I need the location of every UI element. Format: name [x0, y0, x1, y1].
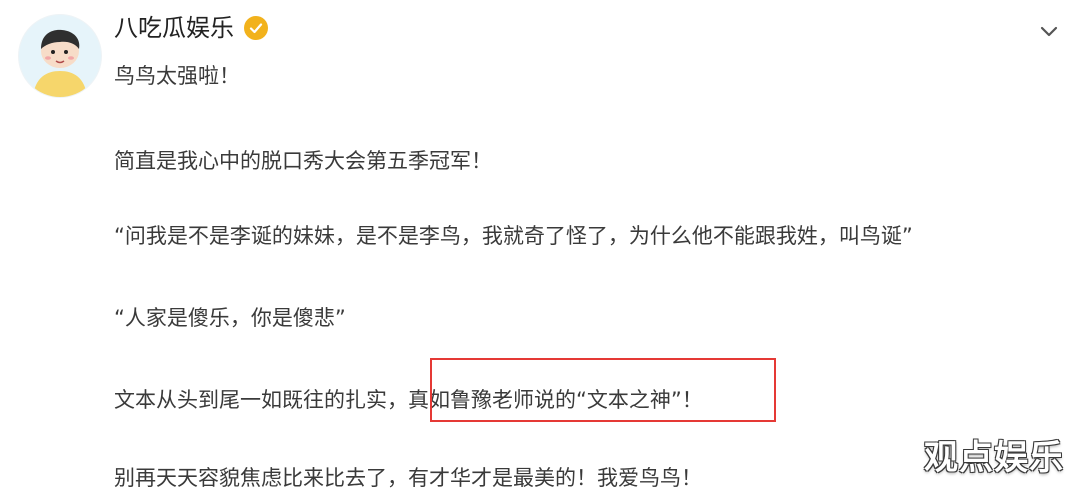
- avatar[interactable]: [18, 14, 102, 98]
- cartoon-avatar-icon: [19, 15, 101, 97]
- post-headline: 鸟鸟太强啦！: [114, 64, 240, 88]
- author-name[interactable]: 八吃瓜娱乐: [114, 16, 234, 40]
- author-row: 八吃瓜娱乐: [114, 16, 268, 40]
- chevron-down-icon[interactable]: [1036, 18, 1062, 44]
- verified-badge-icon: [244, 16, 268, 40]
- post-paragraph-1: 简直是我心中的脱口秀大会第五季冠军！: [114, 149, 492, 173]
- post-paragraph-3: “人家是傻乐，你是傻悲”: [114, 306, 346, 330]
- watermark: 观点娱乐: [924, 438, 1064, 478]
- post-paragraph-4: 文本从头到尾一如既往的扎实，真如鲁豫老师说的“文本之神”！: [114, 388, 703, 412]
- post-paragraph-5: 别再天天容貌焦虑比来比去了，有才华才是最美的！我爱鸟鸟！: [114, 466, 702, 490]
- post-paragraph-2: “问我是不是李诞的妹妹，是不是李鸟，我就奇了怪了，为什么他不能跟我姓，叫鸟诞”: [114, 224, 913, 248]
